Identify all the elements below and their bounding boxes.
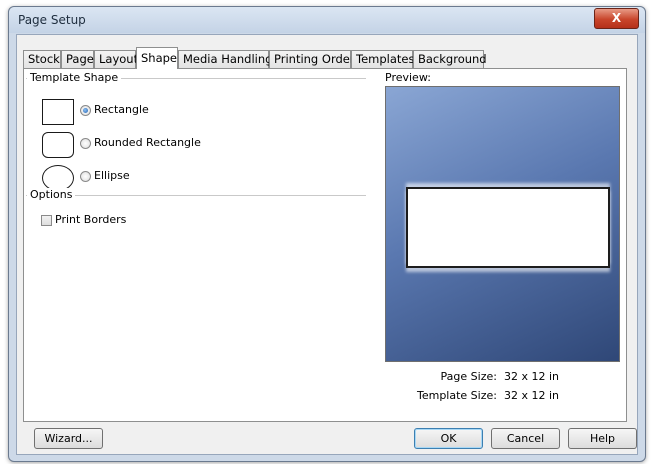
window-title: Page Setup bbox=[18, 13, 86, 27]
rectangle-label: Rectangle bbox=[94, 103, 149, 116]
tab-background[interactable]: Background bbox=[413, 50, 487, 68]
print-borders-label: Print Borders bbox=[55, 213, 127, 226]
ok-button[interactable]: OK bbox=[414, 428, 483, 449]
tab-label: Printing Order bbox=[274, 52, 355, 66]
ellipse-radio[interactable] bbox=[80, 171, 91, 182]
title-bar[interactable]: Page Setup X bbox=[9, 7, 645, 33]
tab-templates[interactable]: Templates bbox=[351, 50, 415, 68]
tab-layout[interactable]: Layout bbox=[94, 50, 139, 68]
cancel-button[interactable]: Cancel bbox=[491, 428, 560, 449]
page-size-value: 32 x 12 in bbox=[503, 370, 559, 383]
rectangle-radio[interactable] bbox=[80, 105, 91, 116]
close-button[interactable]: X bbox=[594, 8, 639, 29]
preview-heading: Preview: bbox=[385, 71, 431, 84]
tab-label: Templates bbox=[356, 52, 415, 66]
template-size-readout: Template Size: 32 x 12 in bbox=[319, 389, 559, 402]
help-button[interactable]: Help bbox=[568, 428, 637, 449]
tab-stock[interactable]: Stock bbox=[23, 50, 61, 68]
tab-printing-order[interactable]: Printing Order bbox=[269, 50, 355, 68]
rounded-rectangle-sample-icon bbox=[42, 132, 74, 158]
group-separator bbox=[114, 78, 366, 79]
preview-canvas bbox=[385, 86, 620, 362]
template-shape-heading: Template Shape bbox=[27, 71, 122, 84]
tab-label: Background bbox=[418, 52, 487, 66]
tab-shape[interactable]: Shape bbox=[136, 47, 178, 69]
template-preview-shape bbox=[406, 187, 610, 268]
close-icon: X bbox=[611, 11, 622, 25]
ellipse-label: Ellipse bbox=[94, 169, 130, 182]
template-size-label: Template Size: bbox=[416, 389, 497, 402]
dialog-client-area: Stock Page Layout Shape Media Handling P… bbox=[16, 34, 638, 455]
tab-label: Shape bbox=[141, 51, 178, 65]
tab-page[interactable]: Page bbox=[61, 50, 94, 68]
options-heading: Options bbox=[27, 188, 76, 201]
print-borders-checkbox[interactable] bbox=[41, 215, 52, 226]
rounded-rectangle-radio[interactable] bbox=[80, 138, 91, 149]
template-size-value: 32 x 12 in bbox=[503, 389, 559, 402]
tab-label: Media Handling bbox=[183, 52, 273, 66]
tab-label: Layout bbox=[99, 52, 139, 66]
tab-label: Stock bbox=[28, 52, 60, 66]
rounded-rectangle-label: Rounded Rectangle bbox=[94, 136, 201, 149]
tab-label: Page bbox=[66, 52, 94, 66]
tab-media-handling[interactable]: Media Handling bbox=[178, 50, 273, 68]
group-separator bbox=[74, 195, 366, 196]
page-setup-dialog: Page Setup X Stock Page Layout Shape Med… bbox=[8, 6, 646, 462]
page-size-label: Page Size: bbox=[440, 370, 497, 383]
wizard-button[interactable]: Wizard... bbox=[34, 428, 103, 449]
shape-tab-panel: Template Shape Rectangle Rounded Rectang… bbox=[23, 68, 627, 422]
rectangle-sample-icon bbox=[42, 99, 74, 125]
page-size-readout: Page Size: 32 x 12 in bbox=[319, 370, 559, 383]
